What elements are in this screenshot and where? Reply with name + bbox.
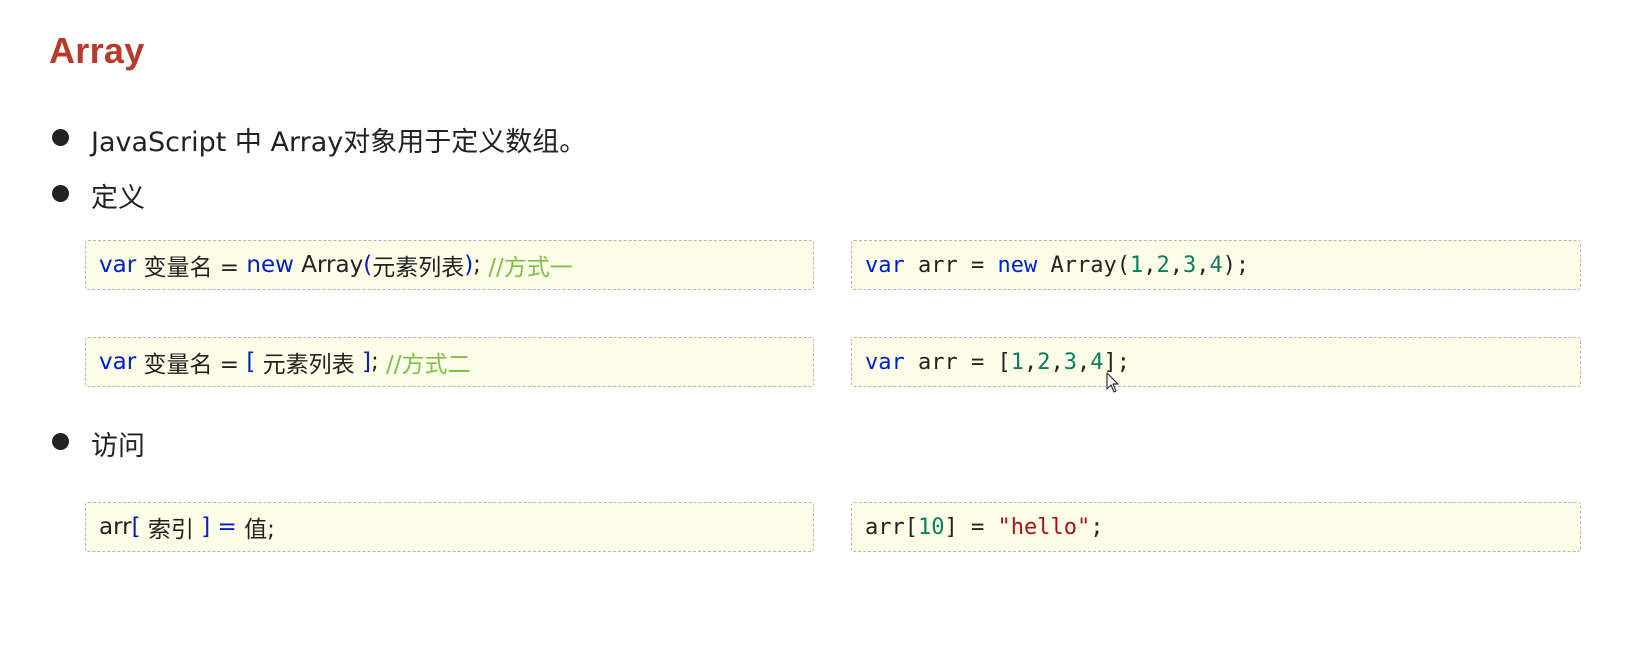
page-title: Array xyxy=(49,30,145,71)
code-text: , xyxy=(1196,252,1210,278)
code-text: arr xyxy=(99,514,132,540)
code-text: Array xyxy=(293,252,364,278)
code-text: ] = xyxy=(944,514,998,540)
code-text: ]; xyxy=(1103,349,1130,375)
code-text: 变量名 = xyxy=(136,255,247,281)
code-bracket: [ xyxy=(131,514,141,540)
define-syntax-1-box: var 变量名 = new Array(元素列表); //方式一 xyxy=(85,240,814,290)
code-number: 4 xyxy=(1090,349,1104,375)
code-number: 4 xyxy=(1209,252,1223,278)
code-keyword: var xyxy=(865,349,905,375)
code-text: , xyxy=(1023,349,1038,375)
code-string: "hello" xyxy=(997,514,1091,540)
define-syntax-2-box: var 变量名 = [ 元素列表 ]; //方式二 xyxy=(85,337,814,387)
code-text: 值; xyxy=(244,517,275,543)
code-operator: = xyxy=(210,514,245,540)
bullet-define-text: 定义 xyxy=(91,183,145,214)
mouse-pointer-icon xyxy=(1106,372,1119,393)
code-keyword: new xyxy=(246,252,294,278)
code-text: 元素列表 xyxy=(255,352,362,378)
code-comment: //方式二 xyxy=(386,352,471,378)
code-comment: //方式一 xyxy=(488,255,573,281)
code-keyword: var xyxy=(99,252,137,278)
code-text: 索引 xyxy=(140,517,202,543)
bullet-dot xyxy=(52,185,69,202)
code-bracket: ] xyxy=(362,349,371,375)
code-text: ); xyxy=(1222,252,1250,278)
code-text: ; xyxy=(370,349,387,375)
bullet-intro-text: JavaScript 中 Array对象用于定义数组。 xyxy=(91,127,587,158)
access-syntax-box: arr[ 索引 ] = 值; xyxy=(85,502,814,552)
code-bracket: ) xyxy=(464,252,474,278)
code-bracket: ] xyxy=(201,514,211,540)
code-text: , xyxy=(1169,252,1183,278)
code-text: arr = [ xyxy=(904,349,1011,375)
code-bracket: [ xyxy=(246,349,256,375)
code-text: , xyxy=(1050,349,1064,375)
code-number: 2 xyxy=(1037,349,1051,375)
code-number: 3 xyxy=(1063,349,1077,375)
bullet-dot xyxy=(52,433,69,450)
code-bracket: ( xyxy=(363,252,373,278)
code-text: arr = xyxy=(904,252,998,278)
bullet-dot xyxy=(52,129,69,146)
code-number: 2 xyxy=(1156,252,1170,278)
code-number: 1 xyxy=(1129,252,1144,278)
code-keyword: var xyxy=(865,252,905,278)
code-number: 10 xyxy=(917,514,945,540)
code-text: 元素列表 xyxy=(372,255,465,281)
code-text: 变量名 = xyxy=(136,352,247,378)
code-text: ; xyxy=(1090,514,1104,540)
code-text: , xyxy=(1143,252,1157,278)
bullet-access-text: 访问 xyxy=(91,431,145,462)
define-example-2-box: var arr = [1, 2, 3, 4]; xyxy=(851,337,1581,387)
code-number: 1 xyxy=(1010,349,1024,375)
code-text: Array( xyxy=(1037,252,1130,278)
code-keyword: var xyxy=(99,349,137,375)
code-number: 3 xyxy=(1182,252,1197,278)
access-example-box: arr[10] = "hello"; xyxy=(851,502,1581,552)
code-text: ; xyxy=(473,252,489,278)
define-example-1-box: var arr = new Array(1, 2, 3, 4); xyxy=(851,240,1581,290)
code-text: , xyxy=(1076,349,1091,375)
code-text: arr[ xyxy=(865,514,918,540)
code-keyword: new xyxy=(997,252,1038,278)
